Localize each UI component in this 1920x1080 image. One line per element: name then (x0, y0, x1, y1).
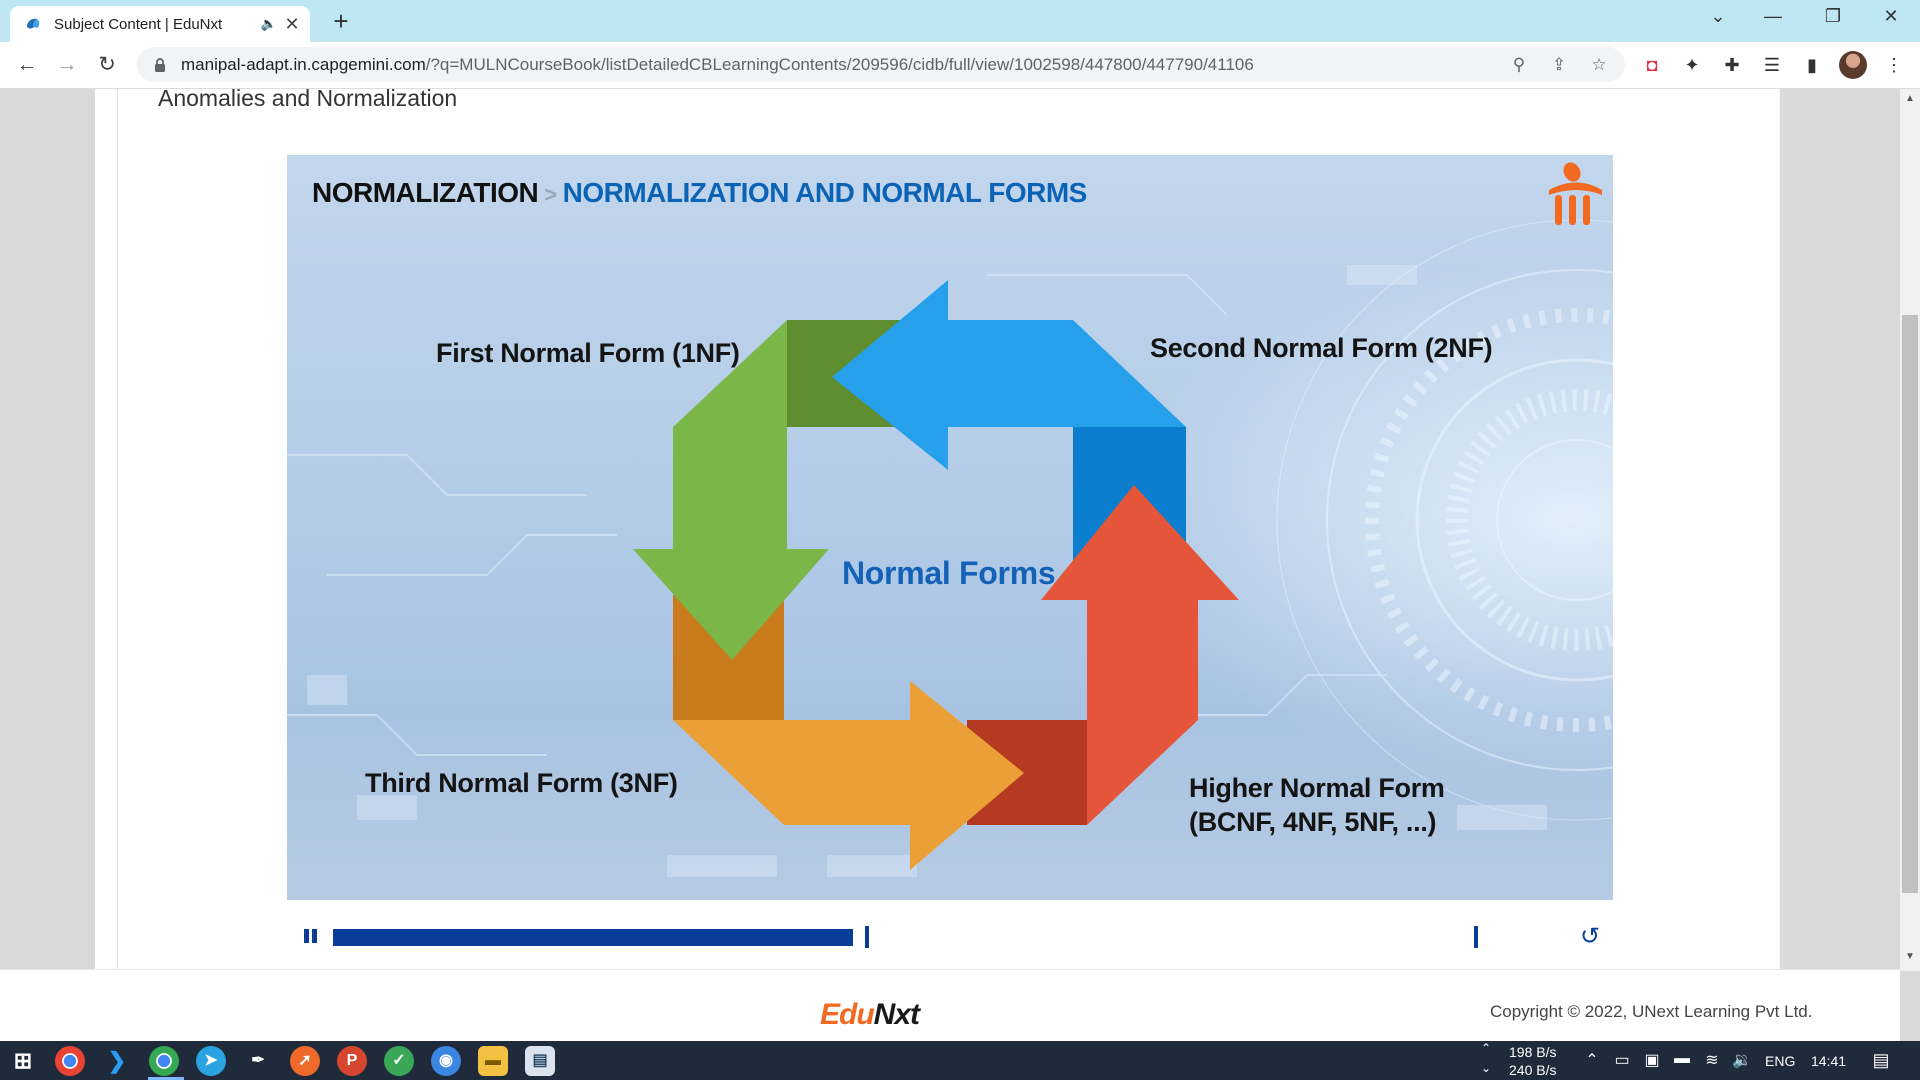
forward-button[interactable]: → (52, 50, 82, 80)
tab-title: Subject Content | EduNxt (54, 15, 223, 33)
media-queue-icon[interactable]: ☰ (1758, 51, 1786, 79)
edunxt-favicon-icon (27, 18, 40, 29)
copyright-text: Copyright © 2022, UNext Learning Pvt Ltd… (1490, 1002, 1813, 1021)
slide-breadcrumb: NORMALIZATION > NORMALIZATION AND NORMAL F… (312, 177, 1087, 209)
url-path: /?q=MULNCourseBook/listDetailedCBLearnin… (425, 54, 1254, 74)
edunxt-logo[interactable]: EduNxt (820, 998, 920, 1032)
upload-arrow-icon: ⌃ (1480, 1041, 1492, 1055)
new-tab-button[interactable]: + (326, 6, 356, 37)
scrollbar-thumb[interactable] (1902, 315, 1918, 893)
logo-nxt: Nxt (873, 998, 920, 1031)
side-panel-icon[interactable]: ▮ (1798, 51, 1826, 79)
inkscape-icon[interactable]: ✒ (243, 1046, 273, 1076)
network-upload-speed: 198 B/s (1509, 1044, 1557, 1060)
language-indicator[interactable]: ENG (1765, 1053, 1795, 1069)
notification-center-icon[interactable]: ▤ (1870, 1050, 1892, 1071)
minimize-button[interactable]: — (1758, 6, 1788, 27)
network-download-speed: 240 B/s (1509, 1062, 1557, 1078)
tablet-icon[interactable]: ▭ (1611, 1050, 1633, 1070)
progress-bar[interactable] (333, 929, 854, 946)
photos-icon[interactable]: ◉ (431, 1046, 461, 1076)
pdf-reader-icon[interactable]: P (337, 1046, 367, 1076)
url-host: manipal-adapt.in.capgemini.com (181, 54, 426, 74)
postman-icon[interactable]: ➚ (290, 1046, 320, 1076)
meet-now-icon[interactable]: ▣ (1641, 1050, 1663, 1070)
wifi-icon[interactable]: ≋ (1701, 1050, 1723, 1070)
profile-avatar[interactable] (1839, 51, 1867, 79)
pause-icon[interactable] (303, 929, 319, 945)
lock-icon[interactable] (153, 57, 167, 72)
scroll-up-arrow[interactable]: ▲ (1903, 93, 1917, 104)
scroll-down-arrow[interactable]: ▼ (1903, 951, 1917, 962)
video-slide[interactable]: NORMALIZATION > NORMALIZATION AND NORMAL F… (287, 155, 1613, 900)
logo-edu: Edu (820, 998, 875, 1031)
browser-toolbar: ← → ↻ manipal-adapt.in.capgemini.com/?q=… (0, 42, 1920, 89)
pocket-icon[interactable]: ◘ (1638, 51, 1666, 79)
address-bar[interactable]: manipal-adapt.in.capgemini.com/?q=MULNCo… (137, 47, 1625, 82)
progress-handle[interactable] (865, 926, 870, 948)
tab-search-button[interactable]: ⌄ (1703, 6, 1733, 27)
browser-tab[interactable]: Subject Content | EduNxt 🔈 ✕ (10, 6, 310, 42)
label-first-normal-form: First Normal Form (1NF) (436, 338, 740, 368)
reload-button[interactable]: ↻ (92, 50, 122, 80)
chrome-icon[interactable] (55, 1046, 85, 1076)
back-button[interactable]: ← (12, 50, 42, 80)
label-normal-forms: Normal Forms (842, 555, 1056, 591)
breadcrumb-root: NORMALIZATION (312, 177, 539, 208)
label-third-normal-form: Third Normal Form (3NF) (365, 768, 678, 798)
media-icon[interactable]: ▤ (525, 1046, 555, 1076)
telegram-icon[interactable]: ➤ (196, 1046, 226, 1076)
zoom-icon[interactable]: ⚲ (1505, 55, 1533, 75)
browser-menu-button[interactable]: ⋮ (1880, 51, 1908, 79)
restore-button[interactable]: ❐ (1818, 6, 1848, 27)
battery-icon[interactable]: ▬ (1671, 1050, 1693, 1068)
tab-strip: Subject Content | EduNxt 🔈 ✕ + ⌄ — ❐ ✕ (0, 0, 1920, 42)
progress-fill (333, 929, 854, 946)
label-higher-normal-form: Higher Normal Form (1189, 773, 1445, 803)
speaker-icon[interactable]: 🔈 (258, 16, 280, 32)
file-explorer-icon[interactable]: ▬ (478, 1046, 508, 1076)
system-clock[interactable]: 14:41 (1811, 1053, 1846, 1069)
tab-close-button[interactable]: ✕ (280, 14, 304, 35)
volume-icon[interactable]: 🔉 (1731, 1050, 1753, 1070)
shield-icon[interactable]: ✓ (384, 1046, 414, 1076)
video-player-controls: ↺ (287, 920, 1613, 954)
close-window-button[interactable]: ✕ (1876, 6, 1906, 27)
vscode-icon[interactable]: ❯ (102, 1046, 132, 1076)
replay-button[interactable]: ↺ (1580, 922, 1600, 951)
windows-taskbar: ⊞ ❯ ➤ ✒ ➚ P ✓ ◉ ▬ ▤ ⌃ ⌄ 198 B/s 240 B/s … (0, 1041, 1920, 1080)
page-title: Anomalies and Normalization (158, 85, 458, 111)
label-second-normal-form: Second Normal Form (2NF) (1150, 333, 1493, 363)
chrome-profile-icon[interactable] (149, 1046, 179, 1076)
breadcrumb-separator: > (544, 182, 557, 207)
page-footer: EduNxt Copyright © 2022, UNext Learning … (0, 969, 1900, 1042)
share-icon[interactable]: ⇪ (1545, 55, 1573, 75)
show-hidden-icons[interactable]: ⌃ (1581, 1050, 1603, 1070)
breadcrumb-current: NORMALIZATION AND NORMAL FORMS (562, 177, 1088, 208)
extension-badger-icon[interactable]: ✦ (1678, 51, 1706, 79)
url-text[interactable]: manipal-adapt.in.capgemini.com/?q=MULNCo… (181, 55, 1505, 75)
puzzle-icon[interactable]: ✚ (1718, 51, 1746, 79)
windows-start-icon[interactable]: ⊞ (8, 1046, 38, 1076)
download-arrow-icon: ⌄ (1480, 1061, 1492, 1075)
volume-slider-handle[interactable] (1474, 926, 1478, 948)
bookmark-star-icon[interactable]: ☆ (1585, 55, 1613, 75)
label-higher-normal-form-list: (BCNF, 4NF, 5NF, ...) (1189, 807, 1437, 837)
